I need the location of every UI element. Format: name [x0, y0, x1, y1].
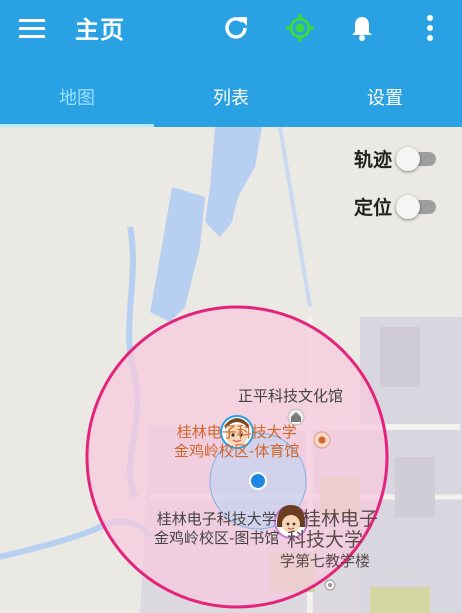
poi-label-gym-line2: 金鸡岭校区-体育馆: [174, 442, 300, 460]
poi-label-gym[interactable]: 桂林电子科技大学 金鸡岭校区-体育馆: [174, 423, 299, 461]
refresh-icon[interactable]: [218, 0, 254, 56]
more-icon[interactable]: [412, 0, 448, 56]
poi-label-library-line1: 桂林电子科技大学: [156, 510, 277, 528]
poi-label-library[interactable]: 桂林电子科技大学 金鸡岭校区-图书馆: [154, 510, 279, 548]
poi-label-culture-hall[interactable]: 正平科技文化馆: [238, 387, 343, 406]
menu-icon[interactable]: [14, 0, 50, 56]
bell-icon[interactable]: [344, 0, 380, 56]
tab-list[interactable]: 列表: [154, 66, 308, 127]
tab-map[interactable]: 地图: [0, 66, 154, 127]
tab-settings[interactable]: 设置: [308, 66, 462, 127]
tab-bar: 地图 列表 设置: [0, 66, 462, 127]
toggle-row-locate: 定位: [354, 193, 438, 220]
poi-label-library-line2: 金鸡岭校区-图书馆: [154, 529, 280, 547]
page-title: 主页: [75, 16, 125, 44]
building: [380, 327, 420, 387]
toggle-label-locate: 定位: [354, 197, 393, 219]
track-toggle-switch[interactable]: [396, 146, 438, 171]
poi-label-building-line1: 桂林电子: [302, 508, 379, 530]
toolbar: 主页: [0, 0, 462, 56]
poi-label-gym-line1: 桂林电子科技大学: [176, 423, 297, 441]
locate-icon[interactable]: [282, 0, 318, 56]
map-view[interactable]: 轨迹 定位 正平科技文化馆 桂林电子科技大学 金鸡岭校区-体育馆 桂林电子科技大…: [0, 127, 462, 613]
poi-label-building-line3: 学第七教学楼: [280, 552, 371, 570]
app-bar: 主页 地图 列表 设置: [0, 0, 462, 127]
switch-thumb: [396, 194, 421, 219]
poi-label-teaching-building[interactable]: 桂林电子 科技大学 学第七教学楼: [272, 509, 378, 572]
switch-thumb: [396, 146, 421, 171]
location-dot: [251, 474, 265, 488]
toggle-label-track: 轨迹: [354, 149, 393, 171]
building: [370, 587, 430, 613]
building: [395, 457, 435, 517]
toggle-row-track: 轨迹: [354, 145, 438, 172]
locate-toggle-switch[interactable]: [396, 194, 438, 219]
poi-label-building-line2: 科技大学: [287, 529, 364, 551]
